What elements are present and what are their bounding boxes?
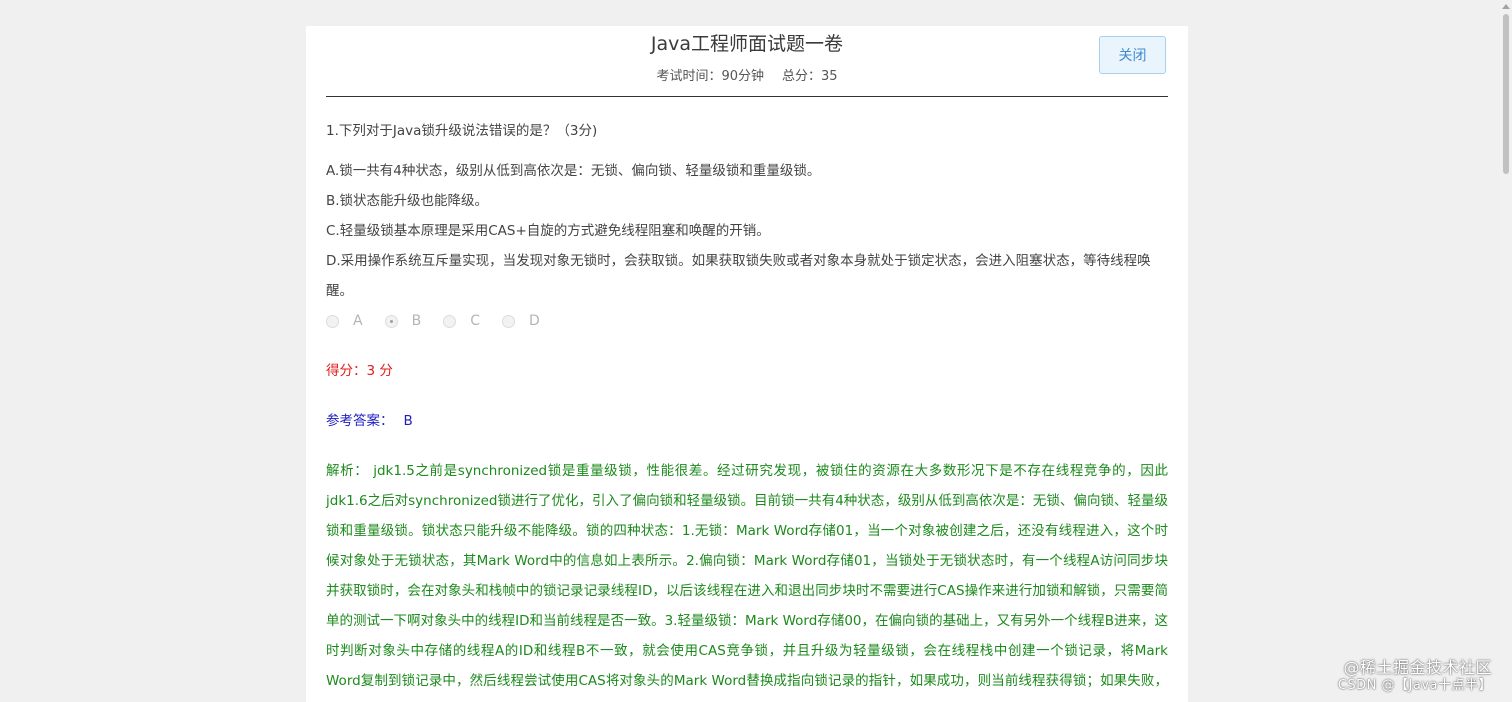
- exam-meta: 考试时间：90分钟 总分：35: [306, 67, 1188, 87]
- radio-circle-icon[interactable]: [501, 314, 515, 328]
- answer-value: B: [403, 413, 413, 429]
- option-b: B.锁状态能升级也能降级。: [326, 193, 489, 209]
- question-options: A.锁一共有4种状态，级别从低到高依次是：无锁、偏向锁、轻量级锁和重量级锁。 B…: [326, 156, 1168, 306]
- analysis-text: 解析： jdk1.5之前是synchronized锁是重量级锁，性能很差。经过研…: [326, 463, 1168, 689]
- vertical-scrollbar[interactable]: [1500, 0, 1512, 702]
- close-button[interactable]: 关闭: [1099, 36, 1166, 74]
- exam-paper: Java工程师面试题一卷 考试时间：90分钟 总分：35 关闭 1.下列对于Jav…: [306, 26, 1188, 702]
- scroll-thumb[interactable]: [1503, 14, 1509, 174]
- answer-label: 参考答案：: [326, 413, 394, 429]
- radio-option-c[interactable]: C: [443, 306, 480, 336]
- exam-time: 考试时间：90分钟: [656, 69, 764, 84]
- radio-label: B: [411, 313, 422, 329]
- scroll-up-arrow-icon[interactable]: [1502, 4, 1510, 9]
- total-score: 总分：35: [782, 69, 838, 84]
- question-title: 1.下列对于Java锁升级说法错误的是？（3分): [326, 123, 598, 139]
- radio-circle-icon[interactable]: [326, 314, 339, 328]
- radio-option-a[interactable]: A: [326, 306, 363, 336]
- page-title: Java工程师面试题一卷: [650, 33, 844, 55]
- option-c: C.轻量级锁基本原理是采用CAS+自旋的方式避免线程阻塞和唤醒的开销。: [326, 223, 770, 239]
- watermark-line1: @稀土掘金技术社区: [1343, 658, 1492, 677]
- score-text: 得分：3 分: [326, 363, 393, 379]
- radio-circle-icon[interactable]: [443, 314, 457, 328]
- radio-option-d[interactable]: D: [501, 306, 540, 336]
- watermark-line2: CSDN @【Java十点半】: [1337, 678, 1492, 693]
- option-d: D.采用操作系统互斥量实现，当发现对象无锁时，会获取锁。如果获取锁失败或者对象本…: [326, 253, 1151, 299]
- reference-answer: 参考答案： B: [326, 406, 1168, 436]
- radio-label: D: [528, 313, 540, 329]
- question-block: 1.下列对于Java锁升级说法错误的是？（3分) A.锁一共有4种状态，级别从低…: [326, 116, 1168, 702]
- radio-option-b[interactable]: B: [384, 306, 422, 336]
- radio-label: C: [470, 313, 480, 329]
- answer-radio-group: A B C D: [326, 306, 1168, 336]
- header-divider: [326, 96, 1168, 97]
- option-a: A.锁一共有4种状态，级别从低到高依次是：无锁、偏向锁、轻量级锁和重量级锁。: [326, 163, 821, 179]
- radio-checked-icon[interactable]: [384, 314, 398, 328]
- watermark: @稀土掘金技术社区 CSDN @【Java十点半】: [1338, 658, 1492, 694]
- radio-label: A: [353, 313, 363, 329]
